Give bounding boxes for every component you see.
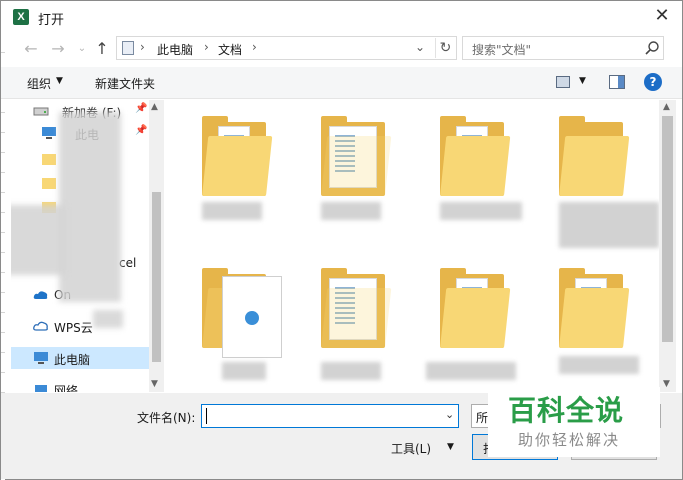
nav-item-this-pc[interactable]: 此电脑 [11,347,149,369]
excel-app-icon: X [13,9,29,25]
close-icon[interactable]: ✕ [649,3,675,29]
new-folder-button[interactable]: 新建文件夹 [95,75,155,92]
computer-icon [42,127,56,139]
address-dropdown-icon[interactable]: ⌄ [415,40,425,54]
nav-item-network[interactable]: 网络 [11,378,151,392]
item-label-blur [202,202,262,220]
nav-item-label: cel [119,256,137,270]
scroll-down-icon[interactable]: ▼ [151,379,158,389]
file-list-scrollbar[interactable]: ▲ ▼ [659,100,676,392]
watermark-title: 百科全说 [508,394,625,427]
item-label-blur [321,202,381,220]
organize-caret-icon[interactable]: ▼ [56,76,63,86]
search-input[interactable]: 搜索"文档" [472,41,531,58]
file-item[interactable] [222,276,282,358]
scrollbar-thumb[interactable] [662,116,673,342]
open-file-dialog: X 打开 ✕ ← → ⌄ ↑ › 此电脑 › 文档 › ⌄ ↻ 搜索"文档" 组… [0,0,683,480]
navigation-pane: 新加卷 (F:) 📌 此电 📌 cel On WPS云 [11,100,164,392]
ie-file-icon [245,311,259,325]
breadcrumb-documents[interactable]: 文档 [218,41,242,58]
network-icon [35,385,47,392]
forward-arrow-icon[interactable]: → [48,39,68,59]
item-label-blur [426,362,516,380]
drive-icon [33,107,49,116]
recent-locations-chevron-icon[interactable]: ⌄ [72,39,92,59]
item-label-blur [559,202,659,248]
item-label-blur [559,356,639,374]
tools-button[interactable]: 工具(L) [391,440,431,457]
folder-item[interactable] [321,268,392,352]
file-list [166,100,659,392]
folder-item[interactable] [440,268,511,352]
tools-caret-icon[interactable]: ▼ [447,442,454,452]
refresh-icon[interactable]: ↻ [435,38,455,58]
address-bar[interactable]: › 此电脑 › 文档 › ⌄ ↻ [116,36,457,60]
filename-field[interactable]: ⌄ [201,404,459,428]
command-toolbar: 组织 ▼ 新建文件夹 ▼ ? [1,67,682,99]
wps-cloud-icon [33,321,48,331]
breadcrumb-this-pc[interactable]: 此电脑 [157,41,193,58]
search-box[interactable]: 搜索"文档" [462,36,664,60]
text-caret [206,408,207,424]
scrollbar-thumb[interactable] [152,192,161,362]
up-arrow-icon[interactable]: ↑ [92,39,112,59]
scroll-up-icon[interactable]: ▲ [663,102,670,112]
organize-button[interactable]: 组织 [27,75,51,92]
nav-item-label: WPS云 [54,321,93,335]
watermark: 百科全说 助你轻松解决 [488,387,660,457]
nav-item-label: 此电脑 [54,353,91,367]
help-icon[interactable]: ? [644,73,662,91]
item-label-blur [440,202,522,220]
file-type-value: 所 [476,411,489,425]
folder-item[interactable] [559,268,630,352]
item-label-blur [321,362,381,380]
navigation-scrollbar[interactable]: ▲ ▼ [149,100,164,392]
onedrive-cloud-icon [33,291,48,299]
item-label-blur [222,362,266,380]
breadcrumb-separator: › [204,40,209,54]
scroll-down-icon[interactable]: ▼ [663,379,670,389]
breadcrumb-separator: › [140,40,145,54]
breadcrumb-separator: › [252,40,257,54]
back-arrow-icon[interactable]: ← [21,39,41,59]
filename-dropdown-icon[interactable]: ⌄ [445,408,454,421]
document-location-icon [122,41,134,55]
folder-item[interactable] [440,116,511,200]
computer-icon [34,352,48,364]
nav-item-label: 网络 [54,384,79,392]
pin-icon[interactable]: 📌 [135,125,147,136]
privacy-blur [93,310,123,328]
filename-label: 文件名(N): [137,411,196,425]
watermark-subtitle: 助你轻松解决 [518,431,621,449]
pin-icon[interactable]: 📌 [135,103,147,114]
privacy-blur [11,205,65,275]
change-view-icon[interactable] [556,76,570,88]
privacy-blur [59,112,121,302]
folder-item[interactable] [321,116,392,200]
title-bar: X 打开 ✕ [1,1,682,33]
view-caret-icon[interactable]: ▼ [579,76,586,86]
nav-item-wps-cloud[interactable]: WPS云 [11,315,151,337]
folder-item[interactable] [559,116,630,200]
dialog-title: 打开 [38,13,65,28]
preview-pane-icon[interactable] [609,75,625,89]
folder-item[interactable] [202,116,273,200]
folder-icon [42,178,56,189]
search-icon[interactable] [644,40,660,56]
scroll-up-icon[interactable]: ▲ [151,102,158,112]
folder-icon [42,154,56,165]
